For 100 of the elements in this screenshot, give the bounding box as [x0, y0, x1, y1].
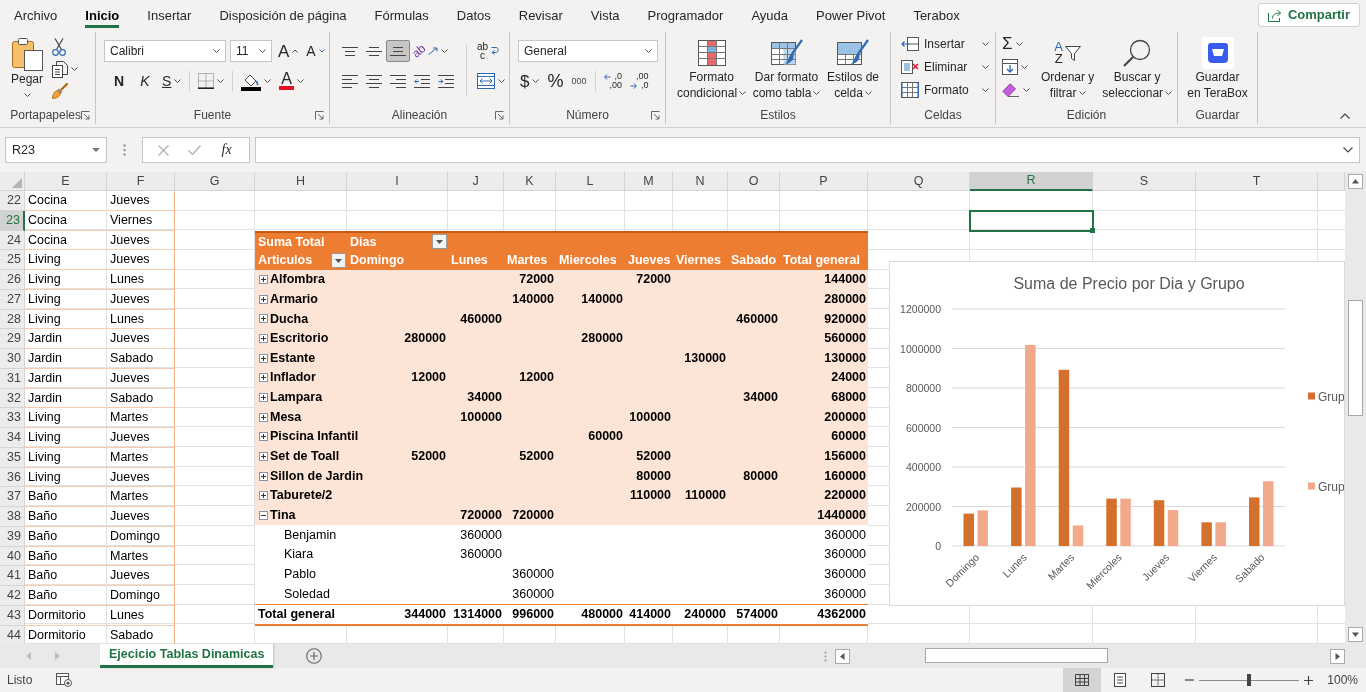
- column-header[interactable]: P: [780, 172, 868, 191]
- column-header[interactable]: N: [673, 172, 728, 191]
- scrollbar-thumb[interactable]: [1348, 300, 1363, 416]
- plus-box-icon[interactable]: [259, 314, 268, 324]
- column-header[interactable]: E: [25, 172, 107, 191]
- thousands-button[interactable]: 000: [569, 70, 589, 92]
- plus-box-icon[interactable]: [259, 451, 268, 461]
- chevron-down-icon[interactable]: [1343, 147, 1353, 153]
- column-header[interactable]: J: [448, 172, 504, 191]
- plus-box-icon[interactable]: [259, 275, 268, 285]
- sort-filter-button[interactable]: A Z Ordenar y filtrar: [1038, 32, 1098, 106]
- row-header[interactable]: 26: [0, 270, 25, 290]
- drag-handle-icon[interactable]: [123, 144, 126, 156]
- align-bottom-button[interactable]: [386, 40, 410, 62]
- add-sheet-icon[interactable]: [306, 648, 323, 664]
- orientation-button[interactable]: ab: [410, 40, 451, 62]
- insert-cells-button[interactable]: Insertar: [899, 32, 991, 55]
- font-size-select[interactable]: 11: [230, 40, 272, 62]
- row-header[interactable]: 41: [0, 566, 25, 586]
- zoom-in-icon[interactable]: [1304, 675, 1314, 685]
- sheet-tab[interactable]: Ejecicio Tablas Dinamicas: [100, 644, 274, 668]
- scroll-down-icon[interactable]: [1348, 627, 1363, 642]
- scroll-up-icon[interactable]: [1348, 174, 1363, 189]
- row-header[interactable]: 29: [0, 329, 25, 349]
- menu-tab[interactable]: Vista: [590, 6, 620, 28]
- corner-arrow-icon[interactable]: [495, 110, 504, 120]
- share-button[interactable]: Compartir: [1257, 3, 1360, 27]
- collapse-ribbon-icon[interactable]: [1340, 113, 1350, 119]
- plus-box-icon[interactable]: [259, 412, 268, 422]
- normal-view-button[interactable]: [1063, 668, 1102, 692]
- scrollbar-thumb[interactable]: [925, 648, 1108, 663]
- format-as-table-button[interactable]: Dar formato como tabla: [749, 32, 824, 106]
- plus-box-icon[interactable]: [259, 294, 268, 304]
- save-cloud-button[interactable]: Guardar en TeraBox: [1184, 32, 1251, 106]
- plus-box-icon[interactable]: [259, 491, 268, 501]
- wrap-text-button[interactable]: ab c: [475, 40, 507, 62]
- grow-font-button[interactable]: A: [276, 40, 301, 62]
- copy-button[interactable]: [50, 58, 81, 80]
- corner-arrow-icon[interactable]: [651, 110, 660, 120]
- row-header[interactable]: 30: [0, 349, 25, 369]
- menu-tab[interactable]: Revisar: [518, 6, 563, 28]
- font-color-button[interactable]: A: [277, 70, 306, 92]
- plus-box-icon[interactable]: [259, 334, 268, 344]
- row-header[interactable]: 38: [0, 507, 25, 527]
- column-header[interactable]: K: [504, 172, 556, 191]
- find-select-button[interactable]: Buscar y seleccionar: [1099, 32, 1176, 106]
- menu-tab[interactable]: Ayuda: [751, 6, 788, 28]
- row-header[interactable]: 25: [0, 250, 25, 270]
- cell-styles-button[interactable]: Estilos de celda: [823, 32, 882, 106]
- number-format-select[interactable]: General: [518, 40, 658, 62]
- scroll-right-icon[interactable]: [1330, 648, 1345, 664]
- column-header[interactable]: H: [255, 172, 347, 191]
- formula-field[interactable]: [255, 137, 1360, 163]
- plus-box-icon[interactable]: [259, 392, 268, 402]
- italic-button[interactable]: K: [134, 70, 156, 92]
- menu-tab[interactable]: Disposición de página: [219, 6, 347, 28]
- dropdown-button-icon[interactable]: [432, 234, 447, 250]
- row-header[interactable]: 34: [0, 428, 25, 448]
- fill-handle-icon[interactable]: [1090, 227, 1095, 233]
- minus-box-icon[interactable]: [259, 510, 268, 520]
- menu-tab[interactable]: Insertar: [147, 6, 192, 28]
- scroll-left-icon[interactable]: [835, 648, 850, 664]
- increase-decimals-button[interactable]: ,00 ,0: [628, 70, 651, 92]
- font-name-select[interactable]: Calibri: [104, 40, 226, 62]
- column-header[interactable]: S: [1093, 172, 1196, 191]
- corner-arrow-icon[interactable]: [315, 110, 324, 120]
- column-header[interactable]: F: [107, 172, 175, 191]
- column-header[interactable]: M: [625, 172, 673, 191]
- plus-box-icon[interactable]: [259, 373, 268, 383]
- selected-cell[interactable]: [970, 210, 1093, 231]
- currency-button[interactable]: $: [518, 70, 542, 92]
- plus-box-icon[interactable]: [259, 432, 268, 442]
- bold-button[interactable]: N: [108, 70, 130, 92]
- insert-function-button[interactable]: fx: [219, 140, 234, 160]
- menu-tab[interactable]: Programador: [647, 6, 724, 28]
- row-header[interactable]: 22: [0, 191, 25, 211]
- column-header[interactable]: L: [556, 172, 625, 191]
- format-cells-button[interactable]: Formato: [899, 78, 991, 101]
- column-header[interactable]: I: [347, 172, 448, 191]
- percent-button[interactable]: %: [545, 70, 566, 92]
- menu-tab[interactable]: Archivo: [14, 6, 58, 28]
- menu-tab[interactable]: Power Pivot: [816, 6, 886, 28]
- dropdown-button-icon[interactable]: [331, 253, 346, 269]
- zoom-level-text[interactable]: 100%: [1327, 671, 1358, 689]
- row-header[interactable]: 42: [0, 586, 25, 606]
- paste-button[interactable]: Pegar: [8, 32, 47, 106]
- borders-button[interactable]: [196, 70, 227, 92]
- plus-box-icon[interactable]: [259, 471, 268, 481]
- conditional-format-button[interactable]: Formato condicional: [674, 32, 750, 106]
- row-header[interactable]: 37: [0, 487, 25, 507]
- macro-record-icon[interactable]: [56, 673, 73, 687]
- column-header[interactable]: Q: [868, 172, 970, 191]
- menu-tab[interactable]: Terabox: [913, 6, 960, 28]
- autosum-button[interactable]: Σ: [1000, 32, 1032, 55]
- column-header[interactable]: R: [970, 172, 1093, 191]
- zoom-slider-thumb[interactable]: [1247, 674, 1252, 686]
- row-header[interactable]: 33: [0, 408, 25, 428]
- column-header[interactable]: O: [728, 172, 780, 191]
- corner-arrow-icon[interactable]: [81, 110, 90, 120]
- column-header[interactable]: G: [175, 172, 255, 191]
